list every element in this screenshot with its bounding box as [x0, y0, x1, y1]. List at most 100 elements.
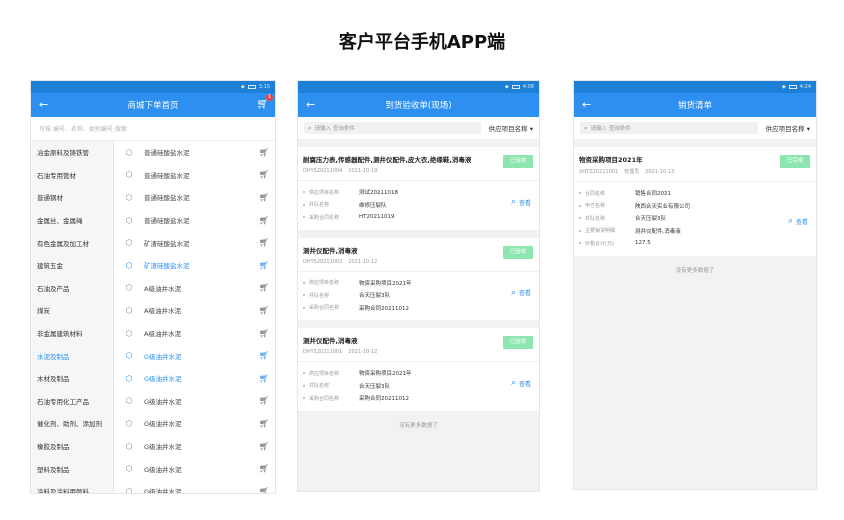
category-item[interactable]: 石油及产品: [31, 277, 113, 300]
cube-icon: ⬡: [125, 260, 133, 270]
product-row[interactable]: ⬡ 普通硅酸盐水泥 🛒︎: [114, 209, 275, 232]
field-value: 陕西合天实业有限公司: [635, 203, 691, 210]
product-row[interactable]: ⬡ A级油井水泥 🛒︎: [114, 322, 275, 345]
acceptance-card[interactable]: 耐腐压力表,传感器配件,测井仪配件,皮大衣,绝缘鞋,消毒液 DHYS2021100…: [298, 147, 539, 230]
view-button[interactable]: ⌕ 查看: [511, 197, 531, 207]
product-row[interactable]: ⬡ 普通硅酸盐水泥 🛒︎: [114, 141, 275, 164]
product-row[interactable]: ⬡ G级油井水泥 🛒︎: [114, 344, 275, 367]
product-row[interactable]: ⬡ A级油井水泥 🛒︎: [114, 299, 275, 322]
add-to-cart-icon[interactable]: 🛒︎: [259, 374, 269, 383]
field-value: 测试20211018: [359, 190, 398, 197]
add-to-cart-icon[interactable]: 🛒︎: [259, 396, 269, 405]
search-icon: ⌕: [510, 378, 516, 388]
add-to-cart-icon[interactable]: 🛒︎: [259, 148, 269, 157]
field-row: 井队名称 合天压裂3队: [303, 380, 534, 393]
card-meta: DHYS20211001 2021-10-12: [303, 349, 534, 355]
product-row[interactable]: ⬡ 普通硅酸盐水泥 🛒︎: [114, 186, 275, 209]
add-to-cart-icon[interactable]: 🛒︎: [259, 464, 269, 473]
status-bar: ◆ 3:15: [31, 81, 275, 93]
category-item[interactable]: 水泥及制品: [31, 344, 113, 367]
sales-card[interactable]: 物资采购项目2021年 XHTZ20211001 管理员 2021-10-13 已完…: [574, 147, 816, 256]
acceptance-card[interactable]: 测井仪配件,消毒液 DHYS20211002 2021-10-12 已验收 供应项目名称…: [298, 237, 539, 320]
search-input[interactable]: ⌕ 请输入 查询条件: [304, 122, 481, 134]
product-row[interactable]: ⬡ G级油井水泥 🛒︎: [114, 390, 275, 413]
card-body: 供应项目名称 物资采购项目2021年 井队名称 合天压裂3队 采购合同名称 采购合同202…: [298, 362, 539, 411]
category-item[interactable]: 冶金原料及铸铁管: [31, 141, 113, 164]
product-row[interactable]: ⬡ 普通硅酸盐水泥 🛒︎: [114, 164, 275, 187]
view-button[interactable]: ⌕ 查看: [511, 288, 531, 298]
field-label: 井队名称: [309, 292, 330, 299]
search-bar: ⌕ 请输入 查询条件 供应项目名称 ▾: [298, 117, 539, 139]
status-bar: ◆ 4:08: [298, 81, 539, 93]
add-to-cart-icon[interactable]: 🛒︎: [259, 442, 269, 451]
product-row[interactable]: ⬡ G级油井水泥 🛒︎: [114, 480, 275, 494]
add-to-cart-icon[interactable]: 🛒︎: [259, 351, 269, 360]
add-to-cart-icon[interactable]: 🛒︎: [259, 170, 269, 179]
card-title: 耐腐压力表,传感器配件,测井仪配件,皮大衣,绝缘鞋,消毒液: [303, 156, 472, 164]
status-time: 4:08: [522, 84, 534, 90]
add-to-cart-icon[interactable]: 🛒︎: [259, 329, 269, 338]
add-to-cart-icon[interactable]: 🛒︎: [259, 487, 269, 493]
category-item[interactable]: 涂料及涂料用颜料: [31, 480, 113, 493]
category-item[interactable]: 塑料及制品: [31, 457, 113, 480]
add-to-cart-icon[interactable]: 🛒︎: [259, 238, 269, 247]
back-arrow-icon[interactable]: ←: [306, 97, 315, 113]
product-row[interactable]: ⬡ 矿渣硅酸盐水泥 🛒︎: [114, 231, 275, 254]
category-item[interactable]: 石油专用管材: [31, 164, 113, 187]
category-item[interactable]: 有色金属及加工材: [31, 231, 113, 254]
product-row[interactable]: ⬡ A级油井水泥 🛒︎: [114, 277, 275, 300]
add-to-cart-icon[interactable]: 🛒︎: [259, 193, 269, 202]
cube-icon: ⬡: [125, 396, 133, 406]
category-item[interactable]: 催化剂、助剂、添加剂: [31, 412, 113, 435]
product-row[interactable]: ⬡ G级油井水泥 🛒︎: [114, 457, 275, 480]
bullet-dot: [579, 242, 581, 245]
product-row[interactable]: ⬡ G级油井水泥 🛒︎: [114, 367, 275, 390]
cube-icon: ⬡: [125, 486, 133, 494]
category-item[interactable]: 建筑五金: [31, 254, 113, 277]
search-placeholder: 请输入 查询条件: [590, 126, 631, 132]
category-item[interactable]: 普通钢材: [31, 186, 113, 209]
category-item[interactable]: 石油专用化工产品: [31, 390, 113, 413]
product-row[interactable]: ⬡ 矿渣硅酸盐水泥 🛒︎: [114, 254, 275, 277]
status-time: 4:24: [799, 84, 811, 90]
field-value: 销售合同2021: [635, 191, 671, 198]
field-row: 主要销货明细 测井仪配件,消毒液: [579, 225, 811, 238]
project-select[interactable]: 供应项目名称 ▾: [489, 123, 533, 133]
add-to-cart-icon[interactable]: 🛒︎: [259, 261, 269, 270]
field-row: 价税合计(元) 127.5: [579, 237, 811, 250]
field-label: 供应项目名称: [309, 370, 340, 377]
status-time: 3:15: [258, 84, 270, 90]
search-icon: ⌕: [510, 287, 516, 298]
field-row: 合同名称 销售合同2021: [579, 187, 811, 200]
category-item[interactable]: 金属丝、金属绳: [31, 209, 113, 232]
category-item[interactable]: 橡胶及制品: [31, 435, 113, 458]
acceptance-card[interactable]: 测井仪配件,消毒液 DHYS20211001 2021-10-12 已验收 供应项目名称…: [298, 328, 539, 411]
product-name: 普通硅酸盐水泥: [144, 194, 190, 203]
product-name: A级油井水泥: [144, 330, 181, 339]
product-row[interactable]: ⬡ G级油井水泥 🛒︎: [114, 435, 275, 458]
add-to-cart-icon[interactable]: 🛒︎: [259, 419, 269, 428]
bullet-dot: [303, 281, 305, 284]
view-button[interactable]: ⌕ 查看: [511, 378, 531, 388]
project-select[interactable]: 供应项目名称 ▾: [766, 123, 810, 133]
cube-icon: ⬡: [125, 441, 133, 451]
view-button[interactable]: ⌕ 查看: [788, 216, 808, 226]
card-date: 2021-10-12: [348, 349, 378, 355]
back-arrow-icon[interactable]: ←: [39, 97, 48, 113]
search-icon: ⌕: [584, 123, 588, 132]
category-item[interactable]: 木材及制品: [31, 367, 113, 390]
bullet-dot: [303, 191, 305, 194]
add-to-cart-icon[interactable]: 🛒︎: [259, 216, 269, 225]
add-to-cart-icon[interactable]: 🛒︎: [259, 283, 269, 292]
category-item[interactable]: 煤炭: [31, 299, 113, 322]
search-input[interactable]: ⌕ 请输入 查询条件: [580, 122, 758, 134]
back-arrow-icon[interactable]: ←: [582, 97, 591, 113]
product-row[interactable]: ⬡ G级油井水泥 🛒︎: [114, 412, 275, 435]
field-value: HT20211019: [359, 214, 395, 221]
add-to-cart-icon[interactable]: 🛒︎: [259, 306, 269, 315]
cube-icon: ⬡: [125, 328, 133, 338]
battery-icon: [511, 85, 520, 89]
category-item[interactable]: 非金属建筑材料: [31, 322, 113, 345]
search-bar: ⌕ 请输入 查询条件 供应项目名称 ▾: [574, 117, 816, 139]
search-input[interactable]: 可按 编号、名称、类别编号 搜索: [31, 117, 275, 141]
